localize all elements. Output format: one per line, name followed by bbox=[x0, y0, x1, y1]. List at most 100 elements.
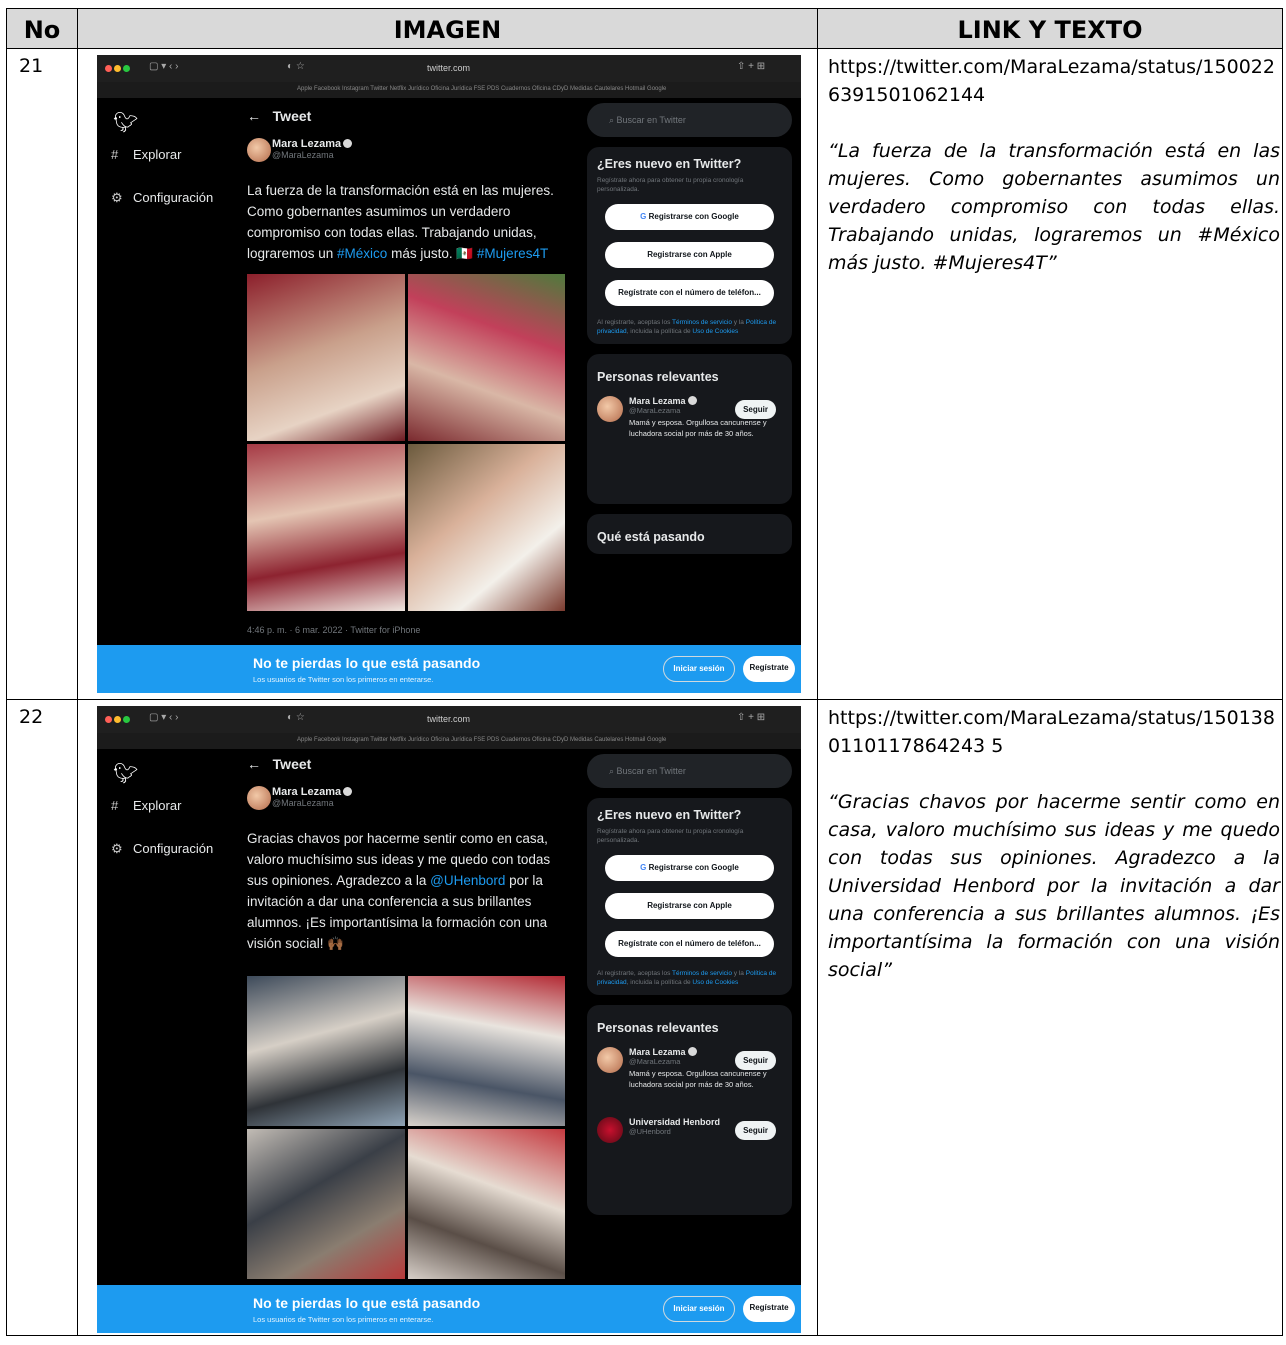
signup-banner: No te pierdas lo que está pasando Los us… bbox=[97, 1285, 801, 1333]
avatar bbox=[247, 138, 271, 162]
search-icon: ⌕ bbox=[609, 115, 617, 125]
follow-button: Seguir bbox=[735, 400, 776, 419]
evidence-table: No IMAGEN LINK Y TEXTO 21 ▢ ▾ ‹ › ◐ ☆ tw… bbox=[6, 8, 1283, 1336]
gear-icon: ⚙ bbox=[111, 841, 123, 856]
header-link-texto: LINK Y TEXTO bbox=[817, 8, 1283, 49]
shield-icon: ◐ ☆ bbox=[287, 712, 305, 723]
phone-signup-button: Regístrate con el número de teléfon... bbox=[605, 280, 774, 306]
login-button: Iniciar sesión bbox=[663, 1296, 735, 1322]
apple-signup-button: Registrarse con Apple bbox=[605, 893, 774, 919]
tweet-author: Mara Lezama @MaraLezama bbox=[237, 782, 570, 828]
verified-icon bbox=[343, 787, 353, 796]
right-sidebar: ⌕ Buscar en Twitter ¿Eres nuevo en Twitt… bbox=[587, 103, 792, 554]
window-controls bbox=[105, 715, 132, 725]
tweet-text: Gracias chavos por hacerme sentir como e… bbox=[247, 831, 551, 951]
row-number: 22 bbox=[6, 699, 78, 1336]
nav-explore: # Explorar bbox=[111, 798, 182, 813]
signup-banner: No te pierdas lo que está pasando Los us… bbox=[97, 645, 801, 693]
nav-settings: ⚙ Configuración bbox=[111, 190, 214, 205]
window-controls bbox=[105, 64, 132, 74]
gear-icon: ⚙ bbox=[111, 190, 123, 205]
register-button: Regístrate bbox=[743, 656, 795, 682]
tweet-column: ← Tweet Mara Lezama @MaraLezama La fuerz… bbox=[237, 98, 570, 635]
terms-text: Al registrarte, aceptas los Términos de … bbox=[597, 970, 777, 986]
tweet-quote: “Gracias chavos por hacerme sentir como … bbox=[828, 791, 1280, 981]
sidebar-icon: ▢ ▾ ‹ › bbox=[149, 61, 179, 72]
hashtag-icon: # bbox=[111, 147, 119, 162]
search-input: ⌕ Buscar en Twitter bbox=[587, 754, 792, 788]
image-cell: ▢ ▾ ‹ › ◐ ☆ twitter.com ⇧ + ⊞ Apple Face… bbox=[77, 699, 818, 1336]
login-button: Iniciar sesión bbox=[663, 656, 735, 682]
link-text-cell: https://twitter.com/MaraLezama/status/15… bbox=[817, 48, 1283, 700]
relevant-person: Mara Lezama @MaraLezama Mamá y esposa. O… bbox=[597, 396, 782, 452]
relevant-people-card: Personas relevantes Mara Lezama @MaraLez… bbox=[587, 354, 792, 504]
verified-icon bbox=[687, 396, 697, 405]
tweet-column: ← Tweet Mara Lezama @MaraLezama Gracias … bbox=[237, 746, 570, 1279]
tweet-author: Mara Lezama @MaraLezama bbox=[237, 134, 570, 180]
share-icon: ⇧ + ⊞ bbox=[737, 61, 766, 72]
header-imagen: IMAGEN bbox=[77, 8, 818, 49]
search-icon: ⌕ bbox=[609, 766, 617, 776]
tweet-header: ← Tweet bbox=[247, 108, 312, 124]
photo bbox=[247, 444, 405, 611]
address-bar: twitter.com bbox=[427, 63, 471, 73]
image-cell: ▢ ▾ ‹ › ◐ ☆ twitter.com ⇧ + ⊞ Apple Face… bbox=[77, 48, 818, 700]
bookmarks-bar: Apple Facebook Instagram Twitter Netflix… bbox=[97, 82, 801, 98]
university-logo bbox=[597, 1117, 623, 1143]
link-text-cell: https://twitter.com/MaraLezama/status/15… bbox=[817, 699, 1283, 1336]
header-no: No bbox=[6, 8, 78, 49]
photo bbox=[247, 976, 405, 1126]
row-number: 21 bbox=[6, 48, 78, 700]
google-icon: G bbox=[640, 212, 649, 221]
nav-settings: ⚙ Configuración bbox=[111, 841, 214, 856]
signup-card: ¿Eres nuevo en Twitter? Regístrate ahora… bbox=[587, 798, 792, 995]
tweet-link[interactable]: https://twitter.com/MaraLezama/status/15… bbox=[828, 53, 1280, 109]
tweet-quote: “La fuerza de la transformación está en … bbox=[828, 140, 1280, 274]
browser-toolbar: ▢ ▾ ‹ › ◐ ☆ twitter.com ⇧ + ⊞ bbox=[97, 706, 801, 733]
avatar bbox=[247, 786, 271, 810]
photo bbox=[407, 444, 565, 611]
tweet-header: ← Tweet bbox=[247, 756, 312, 772]
address-bar: twitter.com bbox=[427, 714, 471, 724]
photo bbox=[247, 274, 405, 441]
avatar bbox=[597, 396, 623, 422]
twitter-bird-icon: 🐦︎ bbox=[113, 763, 139, 785]
relevant-person: Universidad Henbord @UHenbord Seguir bbox=[597, 1117, 782, 1173]
terms-text: Al registrarte, aceptas los Términos de … bbox=[597, 319, 777, 335]
apple-signup-button: Registrarse con Apple bbox=[605, 242, 774, 268]
follow-button: Seguir bbox=[735, 1121, 776, 1140]
hashtag-icon: # bbox=[111, 798, 119, 813]
avatar bbox=[597, 1047, 623, 1073]
right-sidebar: ⌕ Buscar en Twitter ¿Eres nuevo en Twitt… bbox=[587, 754, 792, 1215]
tweet-text: La fuerza de la transformación está en l… bbox=[247, 183, 554, 261]
google-icon: G bbox=[640, 863, 649, 872]
table-row: 22 ▢ ▾ ‹ › ◐ ☆ twitter.com ⇧ + ⊞ Apple F… bbox=[6, 699, 1283, 1336]
mexico-flag-icon: 🇲🇽 bbox=[456, 246, 477, 261]
header-row: No IMAGEN LINK Y TEXTO bbox=[6, 8, 1283, 49]
table-row: 21 ▢ ▾ ‹ › ◐ ☆ twitter.com ⇧ + ⊞ Apple F… bbox=[6, 48, 1283, 700]
shield-icon: ◐ ☆ bbox=[287, 61, 305, 72]
tweet-screenshot: ▢ ▾ ‹ › ◐ ☆ twitter.com ⇧ + ⊞ Apple Face… bbox=[97, 706, 801, 1333]
follow-button: Seguir bbox=[735, 1051, 776, 1070]
relevant-people-card: Personas relevantes Mara Lezama @MaraLez… bbox=[587, 1005, 792, 1215]
signup-card: ¿Eres nuevo en Twitter? Regístrate ahora… bbox=[587, 147, 792, 344]
sidebar-icon: ▢ ▾ ‹ › bbox=[149, 712, 179, 723]
twitter-bird-icon: 🐦︎ bbox=[113, 112, 139, 134]
tweet-photos bbox=[247, 976, 565, 1279]
photo bbox=[407, 976, 565, 1126]
share-icon: ⇧ + ⊞ bbox=[737, 712, 766, 723]
tweet-link[interactable]: https://twitter.com/MaraLezama/status/15… bbox=[828, 704, 1280, 760]
register-button: Regístrate bbox=[743, 1296, 795, 1322]
photo bbox=[407, 1129, 565, 1279]
verified-icon bbox=[343, 139, 353, 148]
tweet-screenshot: ▢ ▾ ‹ › ◐ ☆ twitter.com ⇧ + ⊞ Apple Face… bbox=[97, 55, 801, 693]
search-input: ⌕ Buscar en Twitter bbox=[587, 103, 792, 137]
photo bbox=[247, 1129, 405, 1279]
phone-signup-button: Regístrate con el número de teléfon... bbox=[605, 931, 774, 957]
google-signup-button: G Registrarse con Google bbox=[605, 855, 774, 881]
photo bbox=[407, 274, 565, 441]
google-signup-button: G Registrarse con Google bbox=[605, 204, 774, 230]
trending-card: Qué está pasando bbox=[587, 514, 792, 554]
tweet-timestamp: 4:46 p. m. · 6 mar. 2022 · Twitter for i… bbox=[247, 625, 421, 635]
browser-toolbar: ▢ ▾ ‹ › ◐ ☆ twitter.com ⇧ + ⊞ bbox=[97, 55, 801, 82]
